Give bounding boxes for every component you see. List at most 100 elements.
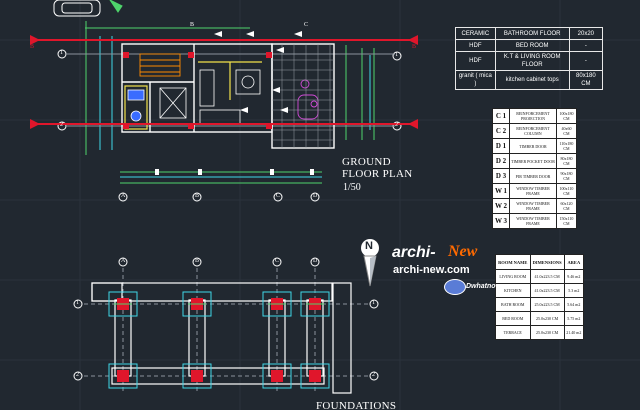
- table-row: CERAMIC BATHROOM FLOOR 20x20: [455, 27, 604, 40]
- table-row: KITCHEN 41.0x223.5 CM 5.3 m2: [495, 283, 585, 298]
- table-cell: REINFORCEMENT COLUMN: [509, 123, 557, 139]
- ground-floor-title-line1: GROUND: [342, 156, 391, 168]
- table-row: BATH ROOM 25.0x223.5 CM 5.64 m2: [495, 297, 585, 312]
- table-cell: 20x20: [568, 27, 604, 40]
- table-cell: W 3: [492, 213, 510, 229]
- table-cell: 90x180 CM: [555, 168, 578, 184]
- table-cell: -: [568, 39, 604, 52]
- grid-label-col-c-fnd: C: [275, 258, 280, 264]
- table-row: D 1 TIMBER DOOR 110x180 CM: [492, 138, 578, 154]
- grid-label-col-d-fnd: D: [313, 258, 318, 264]
- table-cell: CERAMIC: [455, 27, 496, 40]
- table-cell: 25.0x223.5 CM: [529, 297, 565, 312]
- grid-label-col-a: A: [121, 193, 126, 199]
- table-cell: D 1: [492, 138, 510, 154]
- table-cell: WINDOW TIMBER FRAME: [509, 183, 557, 199]
- foundations-plan: [73, 257, 379, 394]
- table-cell: 21.40 m2: [563, 325, 585, 340]
- table-cell: 80x180 CM: [568, 70, 604, 90]
- table-row: W 3 WINDOW TIMBER FRAME 150x110 CM: [492, 213, 578, 229]
- grid-label-row-1-fnd: 1: [76, 300, 79, 306]
- opening-schedule-table: C 1 REINFORCEMENT PROJECTION 100x180 CM C …: [492, 108, 578, 229]
- table-row: LIVING ROOM 41.0x223.5 CM 9.46 m2: [495, 269, 585, 284]
- table-cell: granit ( mica ): [455, 70, 496, 90]
- table-cell: 25.0x230 CM: [529, 311, 565, 326]
- room-areas-table: ROOM NAME DIMENSIONS AREA LIVING ROOM 41.…: [495, 254, 585, 340]
- finishes-table: CERAMIC BATHROOM FLOOR 20x20 HDF BED ROO…: [455, 27, 604, 90]
- table-cell: 150x110 CM: [555, 213, 578, 229]
- table-cell: W 2: [492, 198, 510, 214]
- table-cell: 100x110 CM: [555, 183, 578, 199]
- table-row: C 2 REINFORCEMENT COLUMN 40x60 CM: [492, 123, 578, 139]
- grid-label-row-2: 2: [60, 122, 63, 128]
- table-cell: TERRACE: [495, 325, 531, 340]
- table-cell: BATH ROOM: [495, 297, 531, 312]
- table-cell: 100x180 CM: [555, 108, 578, 124]
- grid-label-col-d: D: [313, 193, 318, 199]
- table-cell: 41.0x223.5 CM: [529, 269, 565, 284]
- table-cell: 40x60 CM: [555, 123, 578, 139]
- table-cell: HDF: [455, 39, 496, 52]
- grid-label-col-c: C: [276, 193, 281, 199]
- watermark-brand2: Dwhatnow: [466, 283, 501, 290]
- cad-drawing-viewport[interactable]: GROUND FLOOR PLAN 1/50 FOUNDATIONS N 1 2…: [0, 0, 640, 410]
- table-row: D 2 TIMBER POCKET DOOR 80x180 CM: [492, 153, 578, 169]
- table-cell: C 2: [492, 123, 510, 139]
- grid-label-top-b: B: [190, 22, 195, 28]
- grid-label-row-1-fnd-right: 1: [372, 300, 375, 306]
- table-header: AREA: [563, 254, 585, 270]
- table-cell: PIR TIMBER DOOR: [509, 168, 557, 184]
- table-cell: WINDOW TIMBER FRAME: [509, 198, 557, 214]
- section-label-right: B: [412, 44, 417, 50]
- grid-label-row-2-fnd-right: 2: [372, 372, 375, 378]
- table-cell: BED ROOM: [495, 311, 531, 326]
- grid-label-row-2-fnd: 2: [76, 372, 79, 378]
- table-cell: 25.0x230 CM: [529, 325, 565, 340]
- table-cell: K.T & LIVING ROOM FLOOR: [494, 51, 570, 71]
- watermark-brand-accent: New: [448, 243, 478, 260]
- table-cell: 60x120 CM: [555, 198, 578, 214]
- table-row: HDF K.T & LIVING ROOM FLOOR -: [455, 51, 604, 71]
- table-cell: 80x180 CM: [555, 153, 578, 169]
- section-label-left: B: [30, 44, 35, 50]
- table-row: D 3 PIR TIMBER DOOR 90x180 CM: [492, 168, 578, 184]
- table-cell: BATHROOM FLOOR: [494, 27, 570, 40]
- table-cell: 5.3 m2: [563, 283, 585, 298]
- car-block: [53, 0, 123, 17]
- table-cell: W 1: [492, 183, 510, 199]
- table-row: BED ROOM 25.0x230 CM 5.75 m2: [495, 311, 585, 326]
- table-header: ROOM NAME: [495, 254, 531, 270]
- north-label: N: [365, 240, 373, 252]
- table-row: W 2 WINDOW TIMBER FRAME 60x120 CM: [492, 198, 578, 214]
- table-cell: HDF: [455, 51, 496, 71]
- table-cell: TIMBER DOOR: [509, 138, 557, 154]
- table-cell: REINFORCEMENT PROJECTION: [509, 108, 557, 124]
- grid-label-row-1: 1: [60, 50, 63, 56]
- grid-label-row-2-right: 2: [395, 122, 398, 128]
- table-cell: LIVING ROOM: [495, 269, 531, 284]
- table-row: HDF BED ROOM -: [455, 39, 604, 52]
- table-cell: 41.0x223.5 CM: [529, 283, 565, 298]
- table-cell: 9.46 m2: [563, 269, 585, 284]
- table-row: C 1 REINFORCEMENT PROJECTION 100x180 CM: [492, 108, 578, 124]
- table-cell: 5.75 m2: [563, 311, 585, 326]
- foundations-title: FOUNDATIONS: [316, 400, 397, 410]
- table-cell: TIMBER POCKET DOOR: [509, 153, 557, 169]
- table-row: W 1 WINDOW TIMBER FRAME 100x110 CM: [492, 183, 578, 199]
- table-cell: kitchen cabinet tops: [494, 70, 570, 90]
- watermark-brand: archi-: [392, 244, 436, 261]
- ground-floor-title: GROUND FLOOR PLAN: [342, 156, 413, 180]
- watermark-badge-icon: [444, 279, 466, 295]
- table-cell: D 2: [492, 153, 510, 169]
- table-header: DIMENSIONS: [529, 254, 565, 270]
- grid-label-row-1-right: 1: [395, 52, 398, 58]
- table-cell: -: [568, 51, 604, 71]
- table-header-row: ROOM NAME DIMENSIONS AREA: [495, 254, 585, 270]
- table-cell: 5.64 m2: [563, 297, 585, 312]
- table-cell: WINDOW TIMBER FRAME: [509, 213, 557, 229]
- table-row: TERRACE 25.0x230 CM 21.40 m2: [495, 325, 585, 340]
- table-cell: C 1: [492, 108, 510, 124]
- ground-floor-scale: 1/50: [343, 182, 361, 193]
- table-cell: D 3: [492, 168, 510, 184]
- grid-label-col-b-fnd: B: [195, 258, 200, 264]
